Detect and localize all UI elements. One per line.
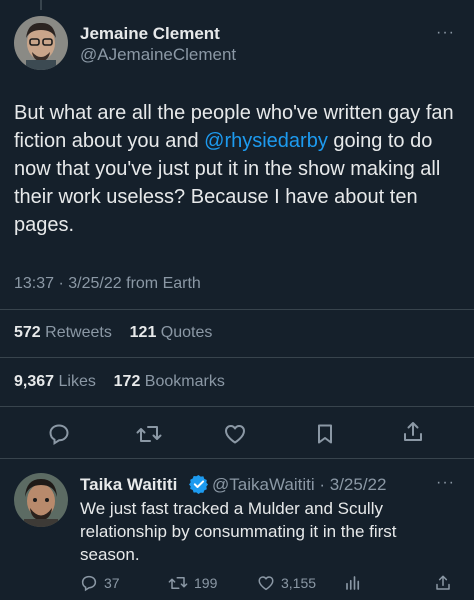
reply-date[interactable]: 3/25/22 bbox=[330, 475, 387, 494]
share-icon bbox=[436, 575, 450, 590]
likes-count: 9,367 bbox=[14, 373, 55, 390]
quotes-stat[interactable]: 121 Quotes bbox=[130, 324, 213, 341]
more-options-icon[interactable]: ··· bbox=[436, 24, 455, 42]
reply-avatar-image bbox=[14, 473, 68, 527]
mention-link[interactable]: @rhysiedarby bbox=[204, 130, 328, 152]
retweets-count: 572 bbox=[14, 324, 41, 341]
divider bbox=[0, 458, 474, 459]
heart-icon bbox=[258, 576, 274, 591]
verified-badge-icon bbox=[189, 474, 209, 499]
retweet-button[interactable] bbox=[136, 422, 162, 451]
tweet-date[interactable]: 3/25/22 bbox=[68, 275, 121, 292]
tweet-source: from Earth bbox=[126, 275, 201, 292]
like-button[interactable] bbox=[223, 422, 247, 451]
reply-like-count: 3,155 bbox=[281, 575, 317, 591]
reply-separator: · bbox=[319, 475, 325, 494]
thread-connector-line bbox=[40, 0, 42, 10]
quotes-label: Quotes bbox=[160, 324, 213, 341]
meta-separator: · bbox=[58, 275, 69, 292]
share-icon bbox=[404, 422, 422, 441]
reply-like-button[interactable]: 3,155 bbox=[257, 574, 316, 592]
tweet-time[interactable]: 13:37 bbox=[14, 275, 54, 292]
retweet-icon bbox=[168, 577, 188, 589]
reply-reply-button[interactable]: 37 bbox=[80, 574, 120, 592]
reply-author-name[interactable]: Taika Waititi bbox=[80, 475, 177, 495]
bookmark-button[interactable] bbox=[313, 422, 337, 451]
reply-icon bbox=[81, 575, 97, 592]
reply-retweet-button[interactable]: 199 bbox=[168, 574, 217, 592]
reply-retweet-count: 199 bbox=[194, 575, 218, 591]
reply-handle-date: @TaikaWaititi · 3/25/22 bbox=[212, 475, 386, 495]
share-button[interactable] bbox=[401, 420, 425, 449]
bookmarks-count: 172 bbox=[113, 373, 141, 390]
analytics-icon bbox=[346, 576, 360, 590]
retweets-label: Retweets bbox=[45, 324, 112, 341]
reply-author-avatar[interactable] bbox=[14, 473, 68, 527]
author-handle[interactable]: @AJemaineClement bbox=[80, 45, 236, 65]
retweets-stat[interactable]: 572 Retweets bbox=[14, 324, 112, 341]
author-avatar[interactable] bbox=[14, 16, 68, 70]
reply-views-button[interactable] bbox=[344, 574, 362, 592]
tweet-meta: 13:37 · 3/25/22 from Earth bbox=[14, 275, 201, 293]
bookmarks-stat[interactable]: 172 Bookmarks bbox=[114, 373, 225, 390]
likes-stat[interactable]: 9,367 Likes bbox=[14, 373, 96, 390]
bookmarks-label: Bookmarks bbox=[144, 373, 225, 390]
reply-text: We just fast tracked a Mulder and Scully… bbox=[80, 499, 397, 564]
like-bookmark-stats: 9,367 Likes 172 Bookmarks bbox=[14, 373, 225, 391]
quotes-count: 121 bbox=[129, 324, 157, 341]
reply-author-handle[interactable]: @TaikaWaititi bbox=[212, 475, 315, 494]
divider bbox=[0, 309, 474, 310]
author-avatar-image bbox=[14, 16, 68, 70]
reply-more-options-icon[interactable]: ··· bbox=[436, 474, 455, 492]
bookmark-icon bbox=[318, 424, 332, 444]
tweet-text: But what are all the people who've writt… bbox=[14, 99, 460, 239]
retweet-icon bbox=[136, 426, 162, 442]
divider bbox=[0, 406, 474, 407]
reply-count: 37 bbox=[104, 575, 120, 591]
retweet-quote-stats: 572 Retweets 121 Quotes bbox=[14, 324, 212, 342]
reply-icon bbox=[49, 424, 69, 446]
author-name[interactable]: Jemaine Clement bbox=[80, 24, 220, 44]
reply-share-button[interactable] bbox=[434, 574, 452, 592]
divider bbox=[0, 357, 474, 358]
heart-icon bbox=[225, 425, 245, 444]
likes-label: Likes bbox=[58, 373, 96, 390]
reply-button[interactable] bbox=[47, 422, 71, 451]
